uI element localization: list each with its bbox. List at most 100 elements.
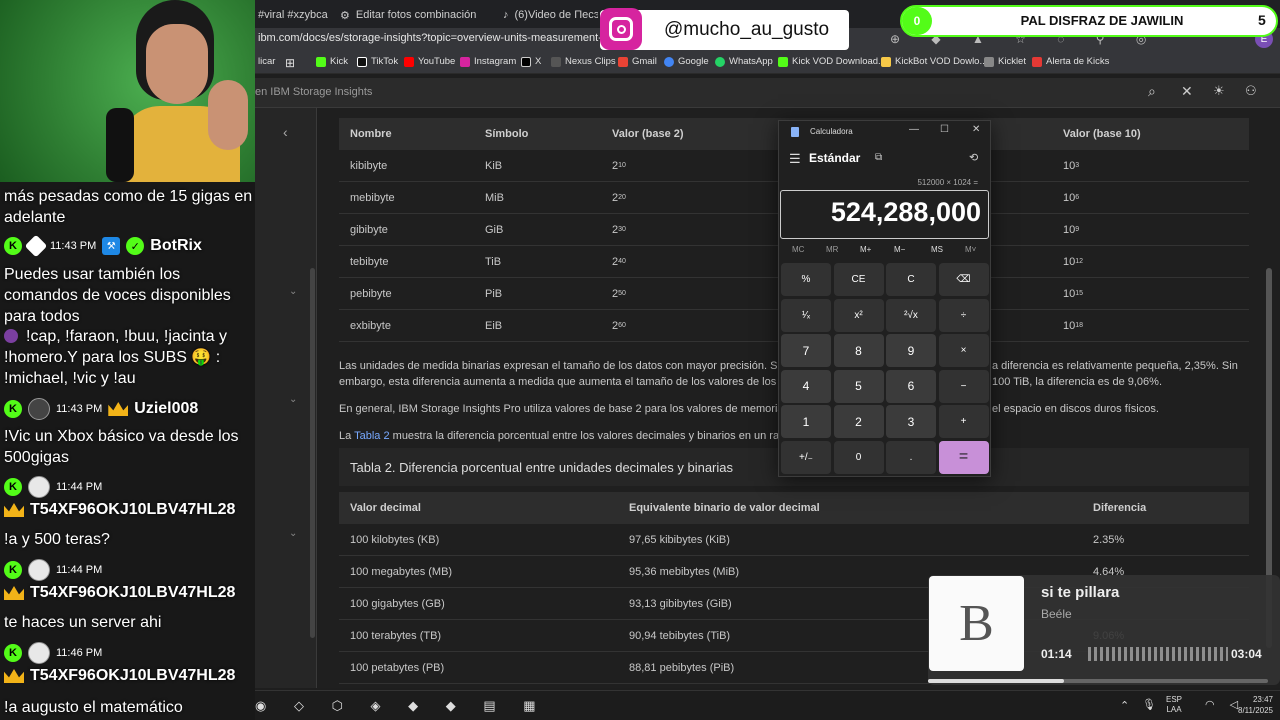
memory-store-button[interactable]: MS [931,245,943,254]
key-decimal-button[interactable]: . [886,440,936,474]
now-playing-widget: B si te pillara Beéle 01:14 03:04 [928,575,1280,685]
key-subtract-button[interactable]: − [938,369,989,403]
bookmark-gmail[interactable]: Gmail [618,56,657,67]
bookmark-whatsapp[interactable]: WhatsApp [715,56,773,67]
clock[interactable]: 23:47 8/11/2025 [1233,694,1273,716]
window-title: Calculadora [810,127,853,136]
key-zero-button[interactable]: 0 [833,440,884,474]
chevron-down-icon[interactable]: ⌄ [289,394,297,405]
chevron-down-icon[interactable]: ⌄ [289,528,297,539]
chat-message-header: K 11:43 PM Uziel008 [4,398,198,420]
url-text[interactable]: ibm.com/docs/es/storage-insights?topic=o… [258,32,626,44]
cell-symbol: EiB [485,319,503,332]
bookmark-kick[interactable]: Kick [316,56,348,67]
memory-add-button[interactable]: M+ [860,245,871,254]
key-reciprocal-button[interactable]: ¹⁄ₓ [781,298,831,332]
kicklet-icon [984,56,994,67]
browser-tab[interactable]: ♪ (6)Video de Песэх Цеса [503,4,598,26]
key-two-button[interactable]: 2 [833,405,884,438]
memory-subtract-button[interactable]: M− [894,245,905,254]
key-clear-entry-button[interactable]: CE [833,263,884,296]
minimize-icon[interactable]: — [909,124,919,135]
exponent: 18 [1075,322,1084,329]
key-multiply-button[interactable]: × [938,334,989,367]
base: 10 [1063,255,1076,268]
crown-badge-icon [108,402,129,416]
close-icon[interactable]: ✕ [1181,83,1193,100]
track-artist: Beéle [1041,607,1072,621]
streamer-hand [208,80,248,150]
clock-date: 8/11/2025 [1238,706,1273,715]
key-six-button[interactable]: 6 [886,369,936,403]
key-one-button[interactable]: 1 [781,405,831,438]
memory-list-button[interactable]: M˅ [965,245,976,254]
language-indicator[interactable]: ESP LAA [1166,695,1182,715]
bookmark-label: YouTube [418,56,456,67]
bookmark-kickbot[interactable]: KickBot VOD Dowlo... [881,56,987,67]
key-four-button[interactable]: 4 [781,369,831,403]
user-icon[interactable]: ⚇ [1245,83,1257,99]
cell-difference: 2.35% [1093,533,1125,546]
cell-binary: 97,65 kibibytes (KiB) [629,533,730,546]
exponent: 9 [1075,226,1080,233]
hamburger-menu-icon[interactable]: ☰ [789,151,801,167]
key-divide-button[interactable]: ÷ [938,298,989,332]
key-square-button[interactable]: x² [833,298,884,332]
track-title: si te pillara [1041,584,1120,601]
bookmark-item[interactable]: licar [258,56,275,67]
bookmark-nexus[interactable]: Nexus Clips [551,56,616,67]
key-clear-button[interactable]: C [886,263,936,296]
key-three-button[interactable]: 3 [886,405,936,438]
history-icon[interactable]: ⟲ [969,151,978,164]
bookmark-google[interactable]: Google [664,56,709,67]
bookmark-kick-alert[interactable]: Alerta de Kicks [1032,56,1109,67]
bookmark-x[interactable]: X [521,56,541,67]
chat-timestamp: 11:44 PM [56,564,103,576]
bookmark-kick-vod[interactable]: Kick VOD Download... [778,56,886,67]
chat-timestamp: 11:46 PM [56,647,103,659]
key-backspace-button[interactable]: ⌫ [938,263,989,296]
table2-link[interactable]: Tabla 2 [354,430,389,442]
crown-badge-icon [4,586,24,600]
cell-base2: 2 10 [612,150,626,181]
apps-grid-icon[interactable]: ⊞ [285,56,295,70]
browser-tab[interactable]: #viral #xzybca # [258,4,328,26]
memory-clear-button[interactable]: MC [792,245,804,254]
collapse-chevron-icon[interactable]: ‹ [283,124,288,140]
bookmark-kicklet[interactable]: Kicklet [984,56,1026,67]
sidebar-scrollbar[interactable] [310,268,315,638]
memory-recall-button[interactable]: MR [826,245,838,254]
key-add-button[interactable]: + [938,405,989,438]
chat-message-header: K 11:44 PM [4,476,102,498]
browser-tab[interactable]: ⚙ Editar fotos combinación [340,4,490,26]
paragraph-text: Las unidades de medida binarias expresan… [339,360,779,372]
key-square-root-button[interactable]: ²√x [886,298,936,332]
microphone-icon[interactable]: 🎙 [1142,698,1156,711]
key-nine-button[interactable]: 9 [886,334,936,367]
tray-overflow-icon[interactable]: ⌃ [1120,699,1129,712]
cell-base10: 10 9 [1063,214,1079,245]
key-negate-button[interactable]: +/₋ [781,440,831,474]
chevron-down-icon[interactable]: ⌄ [289,286,297,297]
exponent: 20 [618,194,626,201]
key-eight-button[interactable]: 8 [833,334,884,367]
bookmark-instagram[interactable]: Instagram [460,56,516,67]
theme-toggle-icon[interactable]: ☀ [1213,83,1225,99]
docs-search-bar[interactable]: en IBM Storage Insights ⌕ ✕ ☀ ⚇ [255,78,1280,108]
bookmark-tiktok[interactable]: TikTok [357,56,398,67]
maximize-icon[interactable]: ☐ [940,124,949,135]
keep-on-top-icon[interactable]: ⧉ [875,152,882,163]
key-equals-button[interactable]: = [938,440,989,474]
key-percent-button[interactable]: % [781,263,831,296]
close-icon[interactable]: ✕ [972,124,980,135]
chat-message-text: !Vic un Xbox básico va desde los 500giga… [4,428,239,466]
taskbar-app-icons[interactable]: ◉ ◇ ⬡ ◈ ◆ ◆ ▤ ▦ [255,698,548,714]
youtube-icon [404,56,414,67]
bookmark-youtube[interactable]: YouTube [404,56,455,67]
search-icon[interactable]: ⌕ [1148,83,1156,100]
key-seven-button[interactable]: 7 [781,334,831,367]
chat-username-row: T54XF96OKJ10LBV47HL28 [4,584,235,602]
cell-base2: 2 40 [612,246,626,277]
cell-binary: 88,81 pebibytes (PiB) [629,661,735,674]
key-five-button[interactable]: 5 [833,369,884,403]
